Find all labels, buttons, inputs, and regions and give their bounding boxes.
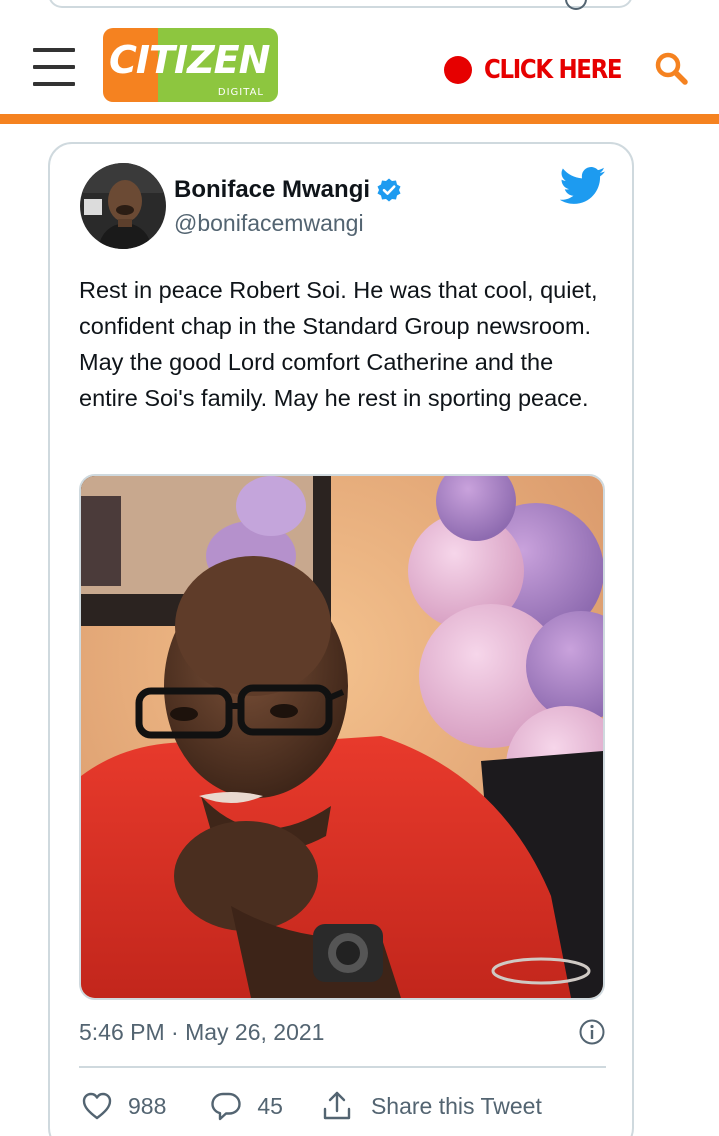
info-icon[interactable] [578,1018,606,1046]
site-header: CITIZEN DIGITAL CLICK HERE [0,22,719,114]
verified-badge-icon [377,178,401,202]
click-here-button[interactable]: CLICK HERE [444,52,640,88]
logo-subtext: DIGITAL [217,87,264,98]
reply-button[interactable]: 45 [210,1090,283,1122]
search-icon[interactable] [653,50,689,86]
tweet-timestamp[interactable]: 5:46 PM · May 26, 2021 [79,1019,324,1046]
logo-text: CITIZEN [109,38,270,82]
previous-embed-remnant [48,0,633,10]
live-dot-icon [444,56,472,84]
tweet-photo[interactable] [79,474,605,1000]
author-handle[interactable]: @bonifacemwangi [174,210,402,237]
citizen-digital-logo[interactable]: CITIZEN DIGITAL [103,28,278,102]
reply-bubble-icon [211,1092,242,1121]
click-here-label: CLICK HERE [484,55,623,85]
embedded-tweet[interactable]: Boniface Mwangi @bonifacemwangi Rest in … [48,142,634,1136]
author-name[interactable]: Boniface Mwangi [174,176,370,204]
reply-count: 45 [257,1092,283,1119]
remnant-info-icon [565,0,587,10]
tweet-actions: 988 45 Share this Tweet [81,1088,611,1124]
tweet-text: Rest in peace Robert Soi. He was that co… [79,277,598,411]
actions-divider [79,1066,606,1068]
hamburger-menu-icon[interactable] [33,46,75,88]
tweet-author: Boniface Mwangi @bonifacemwangi [174,174,402,237]
header-divider-bar [0,114,719,124]
share-tweet-button[interactable]: Share this Tweet [321,1090,542,1122]
share-upload-icon [323,1091,351,1120]
avatar[interactable] [80,163,166,249]
page: CITIZEN DIGITAL CLICK HERE Boniface Mwan… [0,0,719,1136]
twitter-bird-icon[interactable] [560,166,606,206]
heart-icon [82,1092,112,1120]
tweet-timestamp-row: 5:46 PM · May 26, 2021 [79,1016,606,1048]
like-count: 988 [128,1092,167,1119]
like-button[interactable]: 988 [81,1090,166,1122]
share-label: Share this Tweet [370,1092,542,1119]
